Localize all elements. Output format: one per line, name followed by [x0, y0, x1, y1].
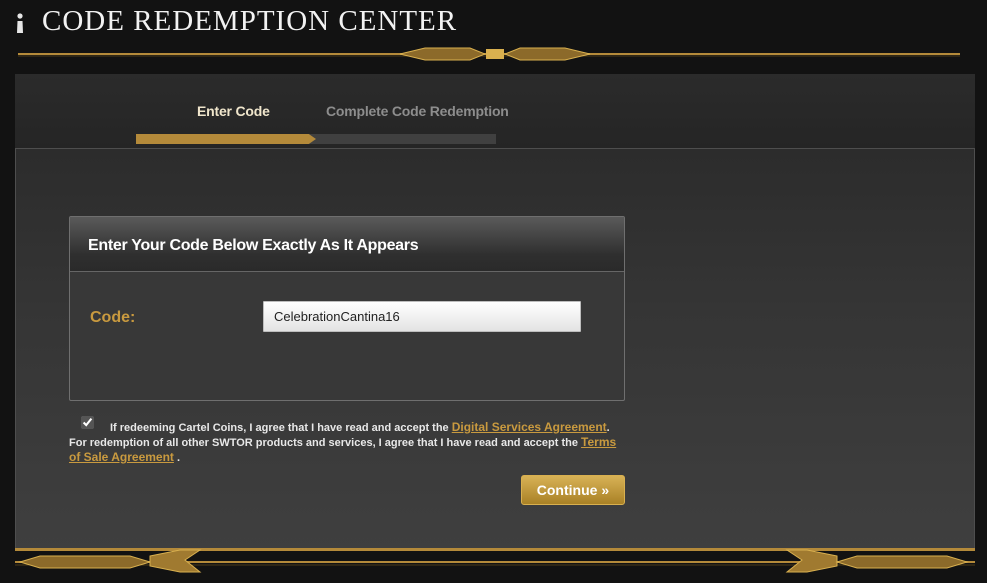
step-enter-code: Enter Code: [197, 103, 270, 119]
footer-divider: [15, 548, 975, 573]
progress-bar: [136, 134, 496, 144]
page-title: CODE REDEMPTION CENTER: [42, 5, 458, 37]
double-chevron-right-icon: »: [601, 482, 610, 498]
person-icon: [17, 13, 23, 33]
header-divider: [18, 47, 960, 61]
continue-button[interactable]: Continue »: [521, 475, 625, 505]
page-header: CODE REDEMPTION CENTER: [0, 0, 987, 66]
progress-bar-fill: [136, 134, 316, 144]
agreement-text-part-3: .: [173, 452, 181, 464]
code-box-title: Enter Your Code Below Exactly As It Appe…: [88, 237, 419, 254]
code-entry-box: Enter Your Code Below Exactly As It Appe…: [69, 216, 625, 401]
steps-panel: Enter Code Complete Code Redemption: [15, 74, 975, 148]
code-input[interactable]: [263, 301, 581, 332]
code-label: Code:: [90, 309, 136, 326]
continue-button-label: Continue: [536, 482, 598, 498]
digital-services-agreement-link[interactable]: Digital Services Agreement: [452, 420, 607, 434]
main-content: Enter Your Code Below Exactly As It Appe…: [15, 148, 975, 550]
agreement-text: If redeeming Cartel Coins, I agree that …: [69, 420, 629, 465]
code-box-header: Enter Your Code Below Exactly As It Appe…: [70, 217, 624, 272]
step-complete-redemption: Complete Code Redemption: [326, 103, 509, 119]
agreement-text-part-1: If redeeming Cartel Coins, I agree that …: [110, 422, 452, 434]
